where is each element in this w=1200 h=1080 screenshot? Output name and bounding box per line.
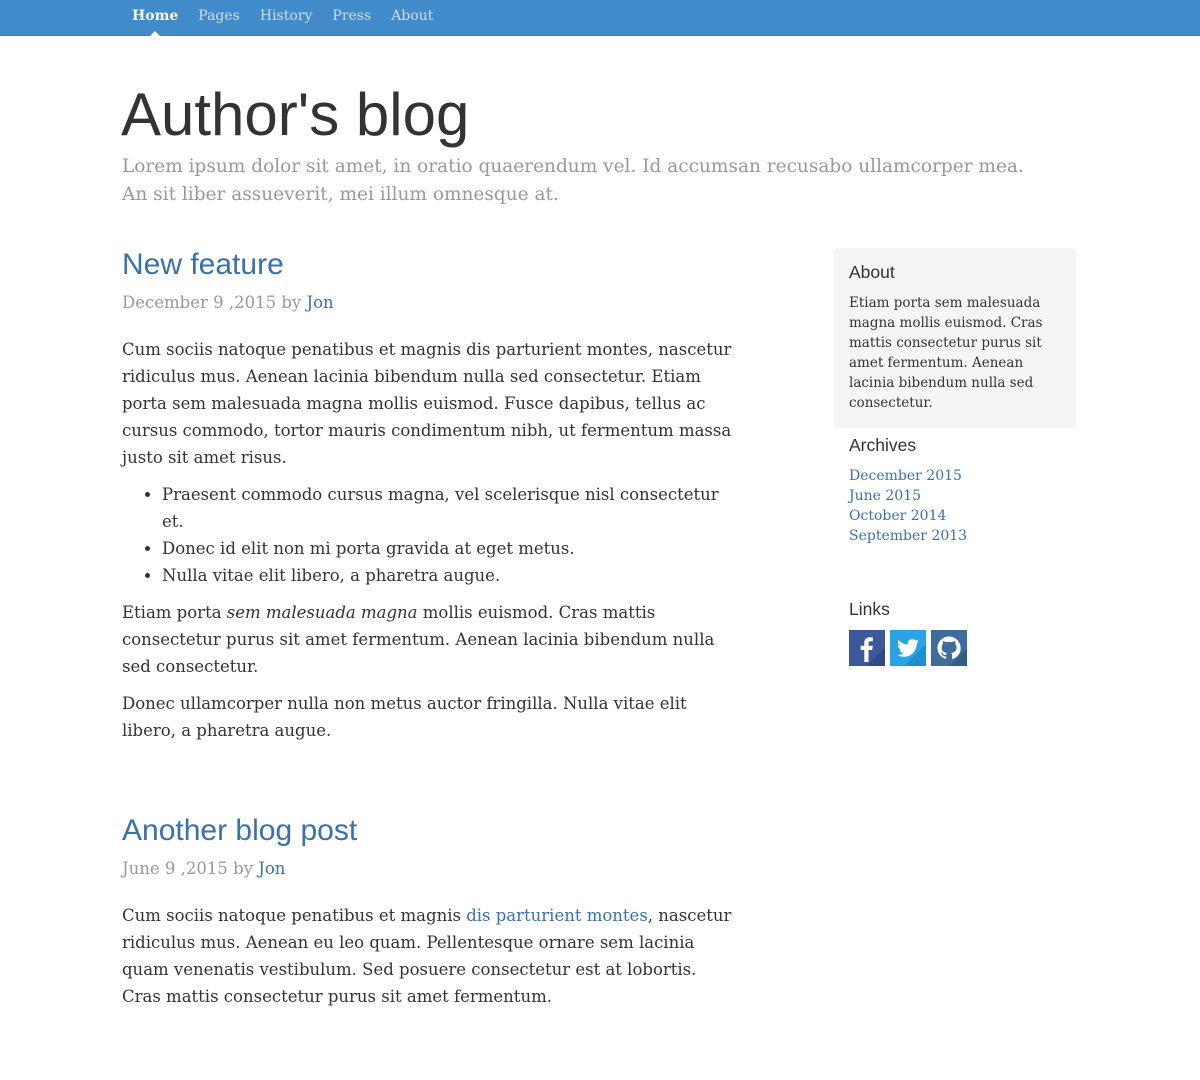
nav-item-history[interactable]: History: [250, 0, 323, 36]
nav-menu: Home Pages History Press About: [122, 0, 443, 36]
archive-list: December 2015 June 2015 October 2014 Sep…: [849, 466, 1069, 546]
list-item: Praesent commodo cursus magna, vel scele…: [162, 481, 737, 535]
sidebar-archives: Archives December 2015 June 2015 October…: [849, 435, 1069, 546]
post-paragraph: Donec ullamcorper nulla non metus auctor…: [122, 694, 687, 740]
text-segment: Cum sociis natoque penatibus et magnis: [122, 906, 467, 925]
post-date: June 9 ,2015 by: [122, 859, 253, 878]
post-title[interactable]: Another blog post: [122, 814, 737, 848]
post-paragraph: Cum sociis natoque penatibus et magnis d…: [122, 902, 737, 1010]
sidebar-about: About Etiam porta sem malesuada magna mo…: [834, 248, 1076, 428]
sidebar-heading: About: [849, 262, 895, 282]
post-meta: December 9 ,2015 by Jon: [122, 292, 737, 314]
post-list: Praesent commodo cursus magna, vel scele…: [122, 481, 737, 589]
blog-description: Lorem ipsum dolor sit amet, in oratio qu…: [122, 156, 1024, 205]
post-author-link[interactable]: Jon: [258, 859, 285, 878]
post-author-link[interactable]: Jon: [306, 293, 333, 312]
archive-link[interactable]: October 2014: [849, 508, 946, 524]
archive-link[interactable]: September 2013: [849, 528, 967, 544]
blog-post: Another blog post June 9 ,2015 by Jon Cu…: [122, 814, 737, 1010]
nav-item-pages[interactable]: Pages: [188, 0, 250, 36]
nav-item-press[interactable]: Press: [322, 0, 381, 36]
blog-post: New feature December 9 ,2015 by Jon Cum …: [122, 248, 737, 744]
top-navbar: Home Pages History Press About: [0, 0, 1200, 36]
list-item: Donec id elit non mi porta gravida at eg…: [162, 535, 737, 562]
list-item: Nulla vitae elit libero, a pharetra augu…: [162, 562, 737, 589]
sidebar-links: Links: [849, 599, 1069, 666]
sidebar-about-text: Etiam porta sem malesuada magna mollis e…: [849, 295, 1043, 411]
sidebar-heading: Links: [849, 599, 890, 619]
blog-main: New feature December 9 ,2015 by Jon Cum …: [122, 248, 737, 1080]
post-date: December 9 ,2015 by: [122, 293, 302, 312]
blog-title: Author's blog: [121, 81, 470, 148]
facebook-icon[interactable]: [849, 630, 885, 666]
github-icon[interactable]: [931, 630, 967, 666]
post-meta: June 9 ,2015 by Jon: [122, 858, 737, 880]
post-paragraph: Cum sociis natoque penatibus et magnis d…: [122, 340, 732, 467]
archive-link[interactable]: June 2015: [849, 488, 921, 504]
sidebar-heading: Archives: [849, 435, 917, 455]
social-links: [849, 630, 1069, 666]
twitter-icon[interactable]: [890, 630, 926, 666]
text-segment: Etiam porta: [122, 603, 227, 622]
emphasized-text: sem malesuada magna: [226, 603, 418, 622]
archive-link[interactable]: December 2015: [849, 468, 962, 484]
post-title[interactable]: New feature: [122, 248, 737, 282]
post-paragraph: Etiam porta sem malesuada magna mollis e…: [122, 599, 737, 680]
nav-item-home[interactable]: Home: [122, 0, 188, 36]
inline-link[interactable]: dis parturient montes: [466, 906, 648, 925]
nav-item-about[interactable]: About: [381, 0, 443, 36]
